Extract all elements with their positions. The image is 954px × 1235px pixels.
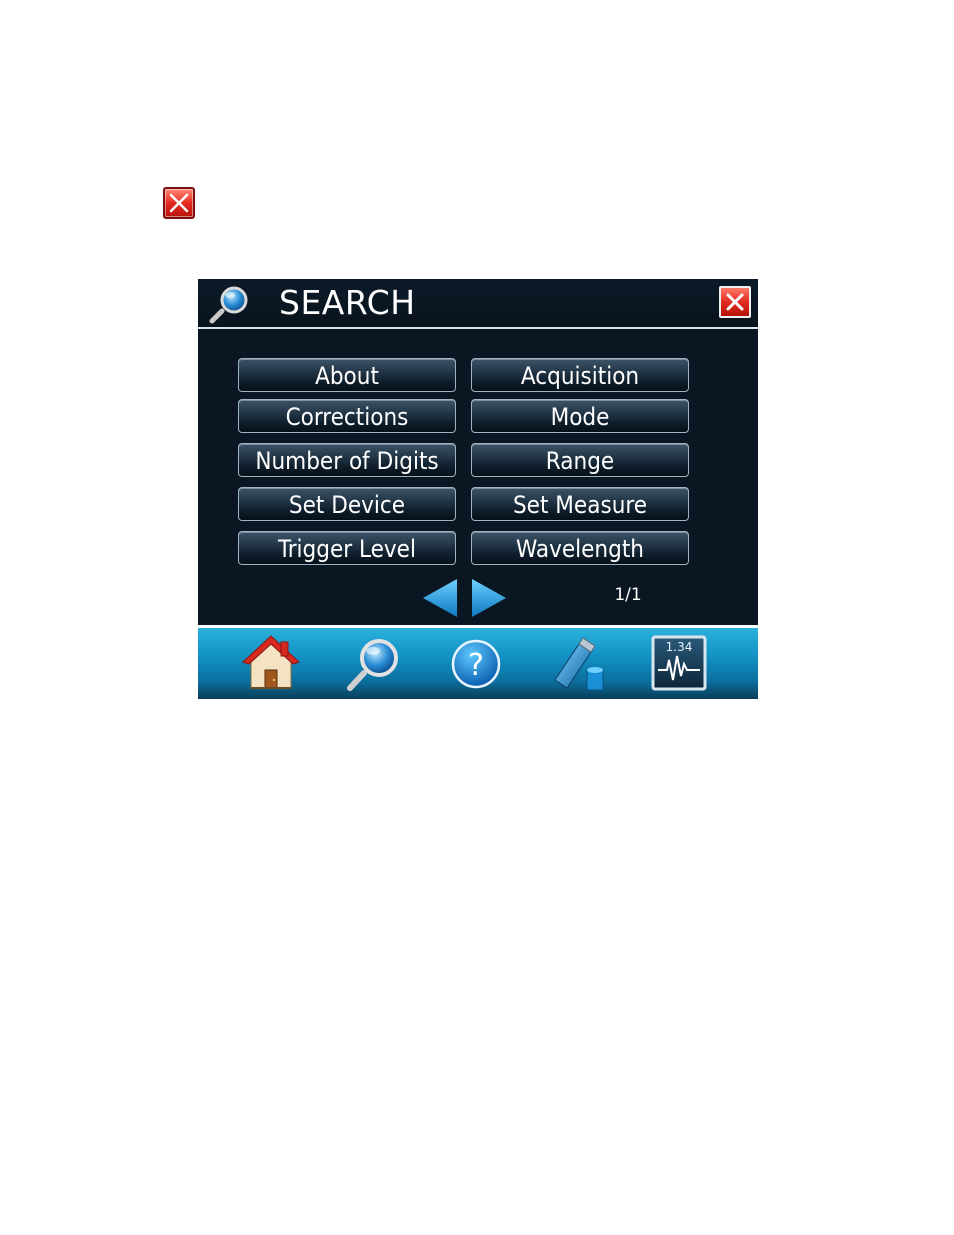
corrections-button[interactable]: Corrections bbox=[238, 399, 456, 433]
search-icon[interactable] bbox=[344, 634, 404, 694]
page-title: SEARCH bbox=[279, 283, 416, 322]
wavelength-button[interactable]: Wavelength bbox=[471, 531, 689, 565]
measurement-display-icon[interactable]: 1.34 bbox=[649, 634, 709, 694]
number-of-digits-button[interactable]: Number of Digits bbox=[238, 443, 456, 477]
home-icon[interactable] bbox=[241, 634, 301, 694]
arrow-left-icon[interactable] bbox=[420, 577, 460, 619]
acquisition-button[interactable]: Acquisition bbox=[471, 358, 689, 392]
mode-button[interactable]: Mode bbox=[471, 399, 689, 433]
search-icon bbox=[208, 284, 254, 324]
search-screen: SEARCH About Acquisition Corrections Mod… bbox=[198, 279, 758, 699]
title-bar: SEARCH bbox=[198, 279, 758, 329]
set-measure-button[interactable]: Set Measure bbox=[471, 487, 689, 521]
usb-storage-icon[interactable] bbox=[547, 634, 607, 694]
help-icon[interactable]: ? bbox=[446, 634, 506, 694]
page-indicator: 1/1 bbox=[614, 585, 642, 605]
close-icon[interactable] bbox=[163, 187, 195, 219]
arrow-right-icon[interactable] bbox=[469, 577, 509, 619]
svg-text:?: ? bbox=[468, 648, 484, 683]
measurement-readout: 1.34 bbox=[666, 640, 693, 654]
bottom-nav-bar: ? 1.34 bbox=[198, 625, 758, 699]
trigger-level-button[interactable]: Trigger Level bbox=[238, 531, 456, 565]
set-device-button[interactable]: Set Device bbox=[238, 487, 456, 521]
close-icon[interactable] bbox=[719, 286, 751, 318]
about-button[interactable]: About bbox=[238, 358, 456, 392]
range-button[interactable]: Range bbox=[471, 443, 689, 477]
